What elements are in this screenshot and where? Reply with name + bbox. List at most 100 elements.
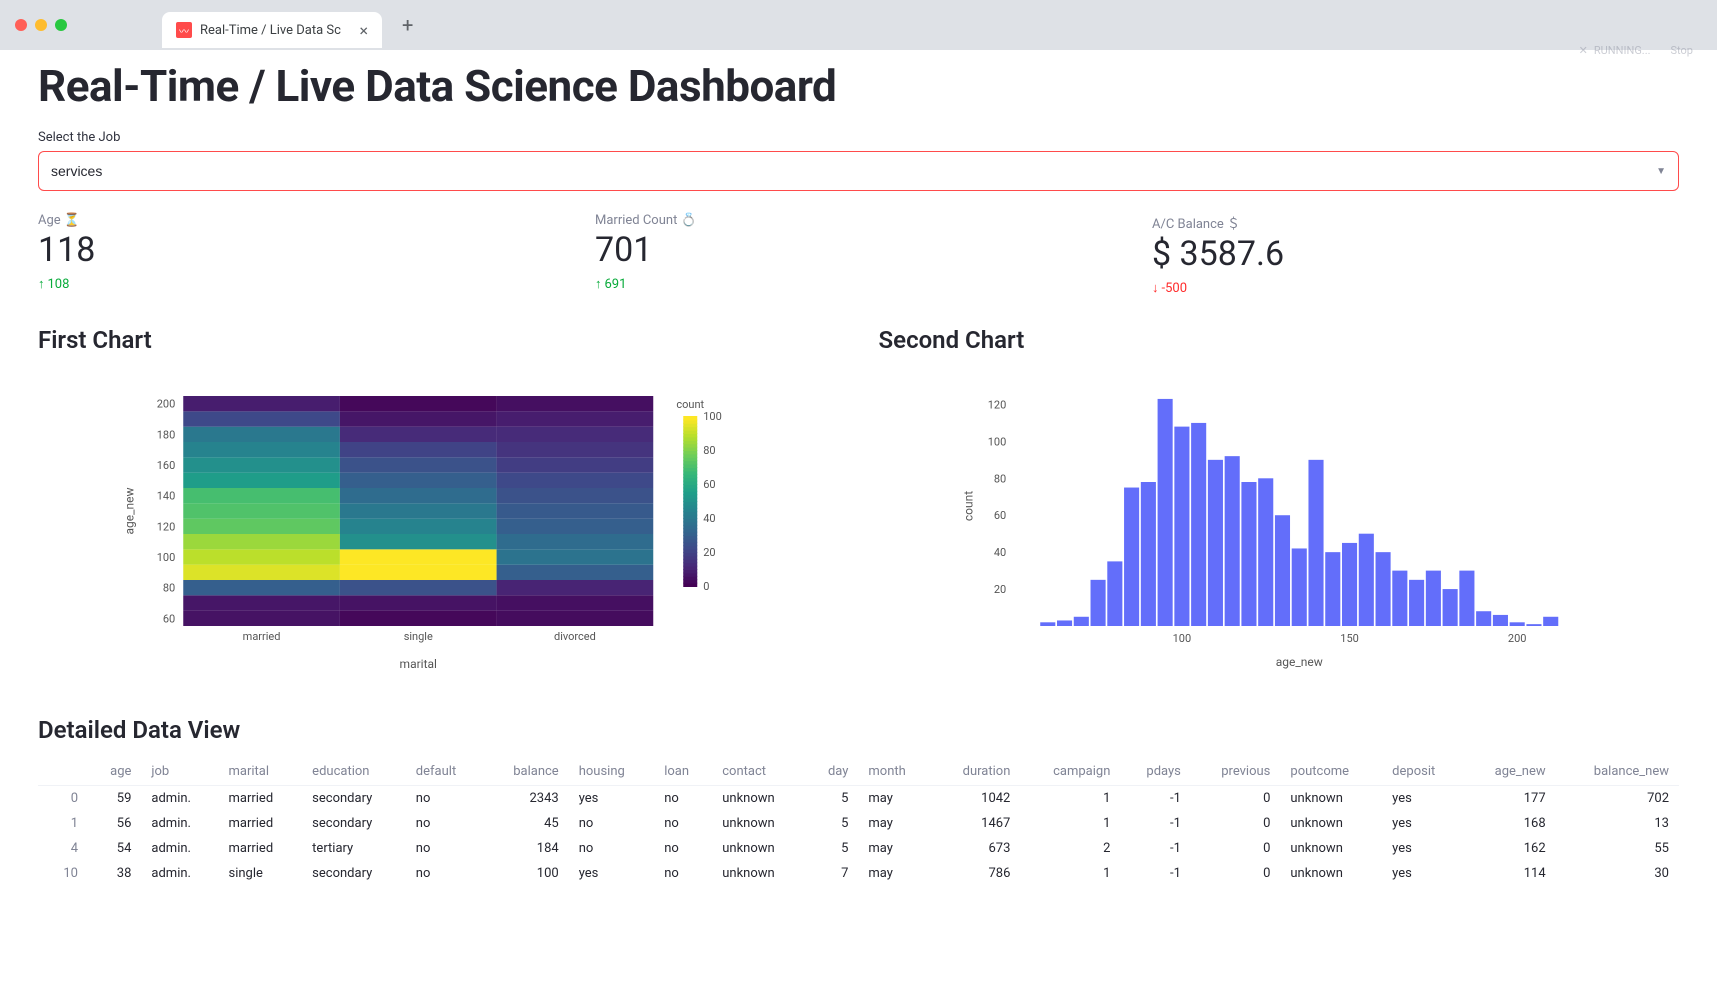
table-cell: unknown bbox=[1280, 861, 1382, 886]
data-table[interactable]: agejobmaritaleducationdefaultbalancehous… bbox=[38, 758, 1679, 886]
table-cell: 54 bbox=[88, 836, 141, 861]
svg-text:160: 160 bbox=[157, 459, 176, 472]
metrics-row: Age ⏳ 118 ↑ 108 Married Count 💍 701 ↑ 69… bbox=[38, 213, 1679, 296]
table-cell: -1 bbox=[1120, 861, 1190, 886]
table-row[interactable]: 1038admin.singlesecondaryno100yesnounkno… bbox=[38, 861, 1679, 886]
job-select-input[interactable] bbox=[51, 163, 1656, 179]
browser-tab[interactable]: 〰 Real-Time / Live Data Sc × bbox=[162, 12, 382, 48]
table-cell: 100 bbox=[484, 861, 569, 886]
table-cell: 30 bbox=[1556, 861, 1679, 886]
table-row[interactable]: 454admin.marriedtertiaryno184nonounknown… bbox=[38, 836, 1679, 861]
stop-button[interactable]: Stop bbox=[1671, 44, 1693, 57]
table-header-cell[interactable]: default bbox=[406, 758, 484, 786]
table-cell: unknown bbox=[712, 786, 806, 812]
table-header-cell[interactable]: campaign bbox=[1020, 758, 1120, 786]
svg-text:200: 200 bbox=[157, 398, 176, 411]
table-cell: 10 bbox=[38, 861, 88, 886]
chart-1: First Chart 6080100120140160180200marrie… bbox=[38, 326, 839, 680]
svg-text:80: 80 bbox=[703, 444, 715, 457]
browser-chrome: 〰 Real-Time / Live Data Sc × + bbox=[0, 0, 1717, 50]
page-title: Real-Time / Live Data Science Dashboard bbox=[38, 60, 1679, 112]
table-cell: may bbox=[858, 786, 932, 812]
table-cell: 13 bbox=[1556, 811, 1679, 836]
svg-text:40: 40 bbox=[703, 512, 715, 525]
tab-title: Real-Time / Live Data Sc bbox=[200, 23, 341, 38]
job-select[interactable]: ▼ bbox=[38, 151, 1679, 191]
metric-label: A/C Balance ＄ bbox=[1152, 213, 1679, 232]
table-cell: no bbox=[406, 836, 484, 861]
table-cell: 55 bbox=[1556, 836, 1679, 861]
svg-text:140: 140 bbox=[157, 490, 176, 503]
table-cell: 5 bbox=[806, 811, 858, 836]
table-header-cell[interactable]: loan bbox=[654, 758, 712, 786]
traffic-lights bbox=[15, 19, 67, 31]
table-header-cell[interactable]: duration bbox=[933, 758, 1021, 786]
table-cell: admin. bbox=[141, 811, 218, 836]
svg-text:80: 80 bbox=[163, 582, 175, 595]
svg-text:150: 150 bbox=[1340, 632, 1359, 645]
table-header-cell[interactable]: age bbox=[88, 758, 141, 786]
table-cell: -1 bbox=[1120, 786, 1190, 812]
table-cell: 702 bbox=[1556, 786, 1679, 812]
table-cell: 59 bbox=[88, 786, 141, 812]
table-row[interactable]: 156admin.marriedsecondaryno45nonounknown… bbox=[38, 811, 1679, 836]
svg-text:100: 100 bbox=[1172, 632, 1191, 645]
table-cell: 2 bbox=[1020, 836, 1120, 861]
table-cell: secondary bbox=[302, 786, 406, 812]
table-row[interactable]: 059admin.marriedsecondaryno2343yesnounkn… bbox=[38, 786, 1679, 812]
svg-text:marital: marital bbox=[400, 657, 437, 671]
svg-text:count: count bbox=[961, 491, 975, 521]
metric-balance: A/C Balance ＄ $ 3587.6 ↓ -500 bbox=[1152, 213, 1679, 296]
table-cell: 0 bbox=[1191, 836, 1281, 861]
tab-close-icon[interactable]: × bbox=[359, 21, 368, 40]
table-cell: tertiary bbox=[302, 836, 406, 861]
table-header-cell[interactable]: poutcome bbox=[1280, 758, 1382, 786]
table-cell: unknown bbox=[712, 836, 806, 861]
table-cell: 38 bbox=[88, 861, 141, 886]
table-cell: yes bbox=[1382, 836, 1464, 861]
table-cell: 0 bbox=[1191, 861, 1281, 886]
table-cell: admin. bbox=[141, 836, 218, 861]
table-header-cell[interactable]: pdays bbox=[1120, 758, 1190, 786]
table-header-cell[interactable]: month bbox=[858, 758, 932, 786]
new-tab-button[interactable]: + bbox=[402, 13, 413, 37]
window-close-icon[interactable] bbox=[15, 19, 27, 31]
chart-2-title: Second Chart bbox=[879, 326, 1680, 354]
table-cell: no bbox=[569, 836, 655, 861]
table-header-cell[interactable]: job bbox=[141, 758, 218, 786]
table-cell: 184 bbox=[484, 836, 569, 861]
table-cell: 0 bbox=[1191, 786, 1281, 812]
table-header-cell[interactable]: deposit bbox=[1382, 758, 1464, 786]
window-maximize-icon[interactable] bbox=[55, 19, 67, 31]
table-cell: 1 bbox=[1020, 811, 1120, 836]
table-header-cell[interactable]: day bbox=[806, 758, 858, 786]
table-cell: 2343 bbox=[484, 786, 569, 812]
table-cell: 0 bbox=[1191, 811, 1281, 836]
svg-text:age_new: age_new bbox=[1275, 655, 1322, 669]
table-cell: admin. bbox=[141, 786, 218, 812]
svg-text:20: 20 bbox=[993, 583, 1005, 596]
table-header-cell[interactable]: education bbox=[302, 758, 406, 786]
svg-text:40: 40 bbox=[993, 546, 1005, 559]
table-cell: no bbox=[654, 811, 712, 836]
table-cell: -1 bbox=[1120, 836, 1190, 861]
table-cell: unknown bbox=[1280, 836, 1382, 861]
window-minimize-icon[interactable] bbox=[35, 19, 47, 31]
svg-text:married: married bbox=[243, 630, 281, 643]
svg-text:60: 60 bbox=[703, 478, 715, 491]
table-cell: 5 bbox=[806, 786, 858, 812]
table-header-cell[interactable]: age_new bbox=[1464, 758, 1556, 786]
table-cell: 1467 bbox=[933, 811, 1021, 836]
table-cell: 1 bbox=[38, 811, 88, 836]
table-header-cell[interactable]: balance_new bbox=[1556, 758, 1679, 786]
table-header-cell[interactable]: contact bbox=[712, 758, 806, 786]
table-header-cell[interactable] bbox=[38, 758, 88, 786]
metric-delta: ↑ 691 bbox=[595, 276, 1122, 292]
table-header-cell[interactable]: balance bbox=[484, 758, 569, 786]
table-header-cell[interactable]: marital bbox=[218, 758, 302, 786]
table-header-cell[interactable]: previous bbox=[1191, 758, 1281, 786]
table-cell: unknown bbox=[1280, 786, 1382, 812]
chevron-down-icon: ▼ bbox=[1656, 166, 1666, 177]
table-header-cell[interactable]: housing bbox=[569, 758, 655, 786]
svg-text:0: 0 bbox=[703, 580, 709, 593]
